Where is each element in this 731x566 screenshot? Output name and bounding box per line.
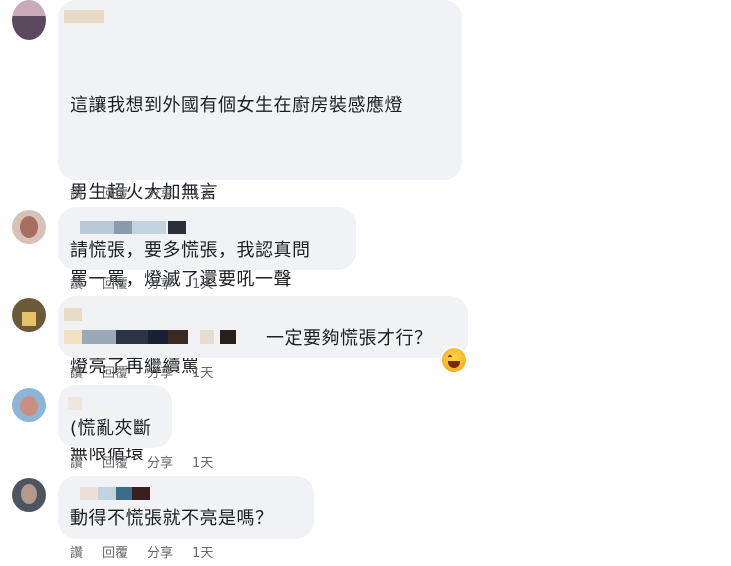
- commenter-name[interactable]: [64, 308, 82, 321]
- avatar[interactable]: [12, 0, 46, 40]
- reply-link[interactable]: 回覆: [102, 452, 128, 471]
- share-link[interactable]: 分享: [147, 362, 173, 381]
- comment-actions: 讚 回覆 分享 1天: [70, 362, 213, 381]
- share-link[interactable]: 分享: [147, 542, 173, 561]
- commenter-name[interactable]: [64, 10, 104, 23]
- comment-bubble: (慌亂夾斷: [58, 385, 172, 448]
- timestamp[interactable]: 1天: [192, 542, 213, 561]
- avatar[interactable]: [12, 478, 46, 512]
- avatar[interactable]: [12, 388, 46, 422]
- comment-bubble: 動得不慌張就不亮是嗎？: [58, 476, 314, 539]
- timestamp[interactable]: 1天: [192, 273, 213, 292]
- laughing-emoji-icon[interactable]: [442, 348, 466, 372]
- commenter-name[interactable]: [68, 397, 82, 410]
- reply-link[interactable]: 回覆: [102, 542, 128, 561]
- like-link[interactable]: 讚: [70, 452, 83, 471]
- timestamp[interactable]: 1天: [192, 452, 213, 471]
- comment-text: (慌亂夾斷: [70, 418, 152, 439]
- comment-actions: 讚 回覆 分享 1天: [70, 542, 213, 561]
- comment-actions: 讚 回覆 分享 1天: [70, 273, 213, 292]
- avatar[interactable]: [12, 298, 46, 332]
- timestamp[interactable]: 1天: [192, 183, 213, 202]
- comment-actions: 讚 回覆 分享 1天: [70, 452, 213, 471]
- like-link[interactable]: 讚: [70, 273, 83, 292]
- comment-bubble: 請慌張，要多慌張，我認真問: [58, 207, 356, 270]
- comment-text: 動得不慌張就不亮是嗎？: [70, 508, 274, 529]
- share-link[interactable]: 分享: [147, 273, 173, 292]
- timestamp[interactable]: 1天: [192, 362, 213, 381]
- commenter-name[interactable]: [80, 487, 98, 500]
- reply-link[interactable]: 回覆: [102, 362, 128, 381]
- commenter-name[interactable]: [80, 221, 114, 234]
- comment-text: 請慌張，要多慌張，我認真問: [70, 240, 311, 261]
- like-link[interactable]: 讚: [70, 183, 83, 202]
- share-link[interactable]: 分享: [147, 183, 173, 202]
- comment-bubble: 這讓我想到外國有個女生在廚房裝感應燈 男生超火大加無言 罵一罵，燈滅了還要吼一聲…: [58, 0, 462, 464]
- comment-bubble: 一定要夠慌張才行？: [58, 296, 468, 358]
- reply-link[interactable]: 回覆: [102, 183, 128, 202]
- like-link[interactable]: 讚: [70, 362, 83, 381]
- comment-actions: 讚 回覆 分享 1天: [70, 183, 213, 202]
- avatar[interactable]: [12, 210, 46, 244]
- share-link[interactable]: 分享: [147, 452, 173, 471]
- reply-link[interactable]: 回覆: [102, 273, 128, 292]
- like-link[interactable]: 讚: [70, 542, 83, 561]
- comment-text: 一定要夠慌張才行？: [266, 328, 433, 349]
